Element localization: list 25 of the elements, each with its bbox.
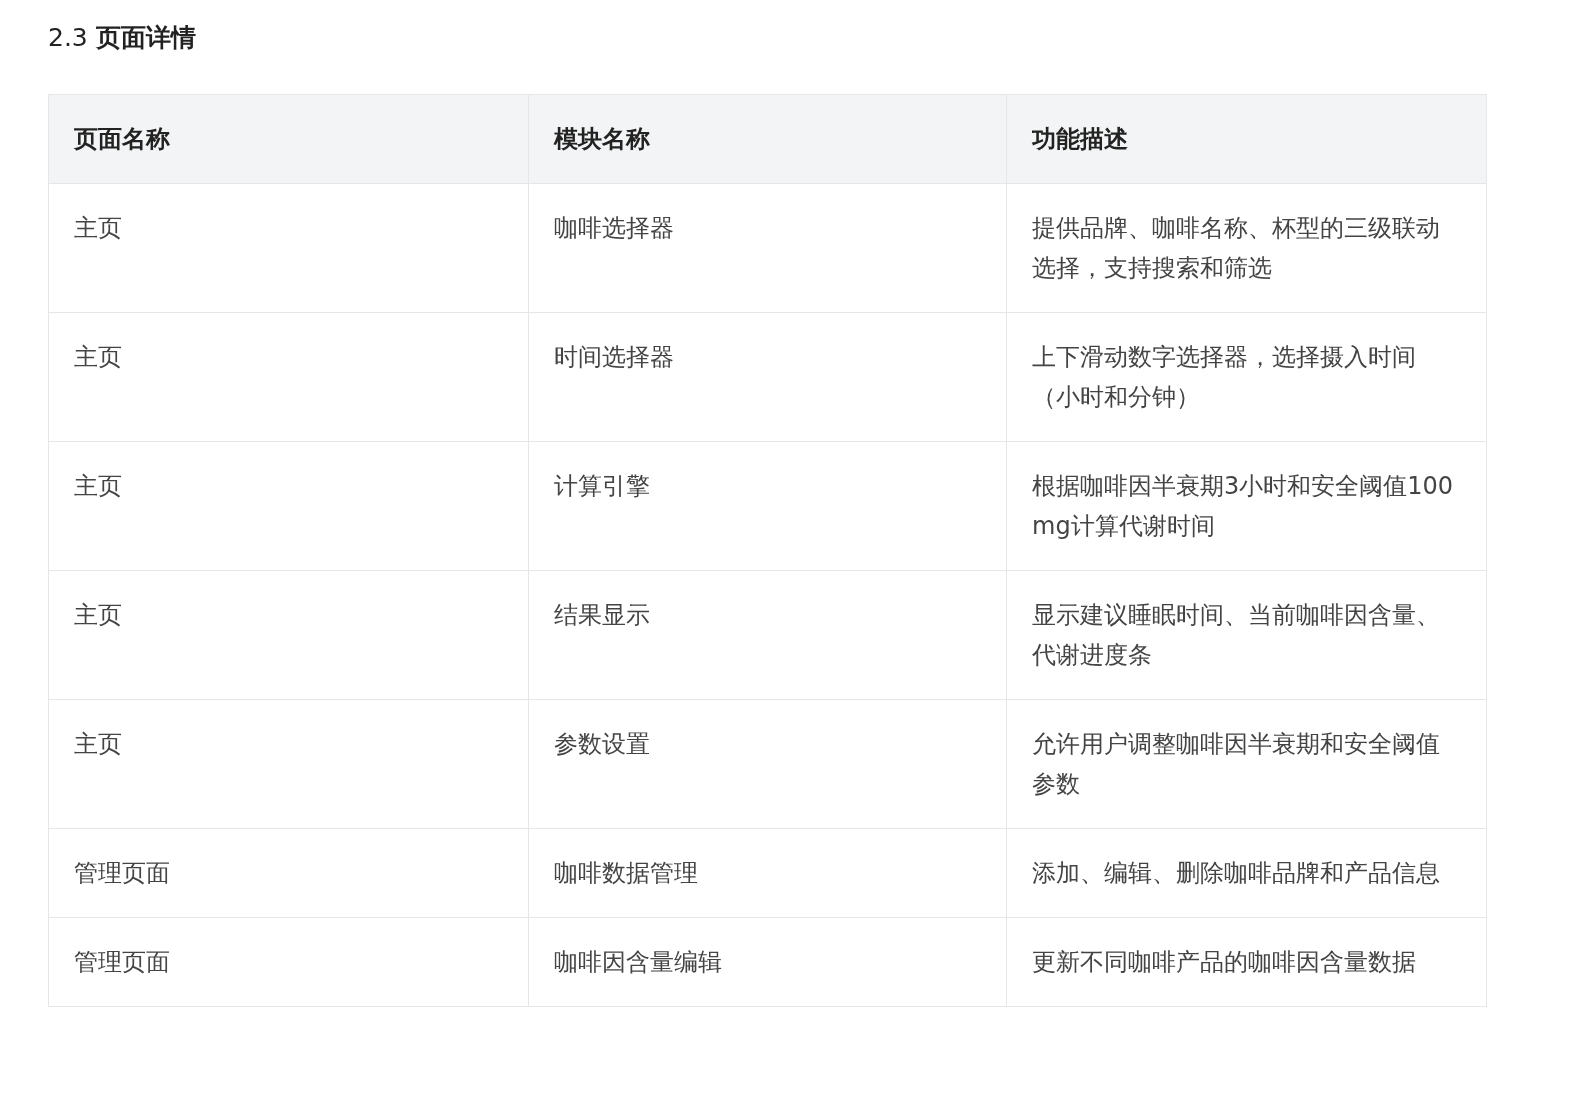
table-cell: 计算引擎 (528, 441, 1007, 571)
column-header: 页面名称 (48, 94, 529, 184)
table-cell: 上下滑动数字选择器，选择摄入时间（小时和分钟） (1006, 312, 1487, 442)
table-cell: 参数设置 (528, 699, 1007, 829)
table-cell: 管理页面 (48, 828, 529, 918)
table-cell: 允许用户调整咖啡因半衰期和安全阈值参数 (1006, 699, 1487, 829)
column-header: 功能描述 (1006, 94, 1487, 184)
table-cell: 添加、编辑、删除咖啡品牌和产品信息 (1006, 828, 1487, 918)
table-cell: 主页 (48, 441, 529, 571)
section-heading: 2.3 页面详情 (48, 22, 197, 54)
table-cell: 咖啡选择器 (528, 183, 1007, 313)
table-cell: 主页 (48, 570, 529, 700)
table-cell: 显示建议睡眠时间、当前咖啡因含量、代谢进度条 (1006, 570, 1487, 700)
table-cell: 根据咖啡因半衰期3小时和安全阈值100mg计算代谢时间 (1006, 441, 1487, 571)
table-cell: 提供品牌、咖啡名称、杯型的三级联动选择，支持搜索和筛选 (1006, 183, 1487, 313)
column-header: 模块名称 (528, 94, 1007, 184)
table-cell: 咖啡因含量编辑 (528, 917, 1007, 1007)
table-cell: 咖啡数据管理 (528, 828, 1007, 918)
table-cell: 主页 (48, 699, 529, 829)
table-cell: 主页 (48, 183, 529, 313)
table-cell: 更新不同咖啡产品的咖啡因含量数据 (1006, 917, 1487, 1007)
table-cell: 主页 (48, 312, 529, 442)
table-cell: 结果显示 (528, 570, 1007, 700)
table-cell: 管理页面 (48, 917, 529, 1007)
table-cell: 时间选择器 (528, 312, 1007, 442)
